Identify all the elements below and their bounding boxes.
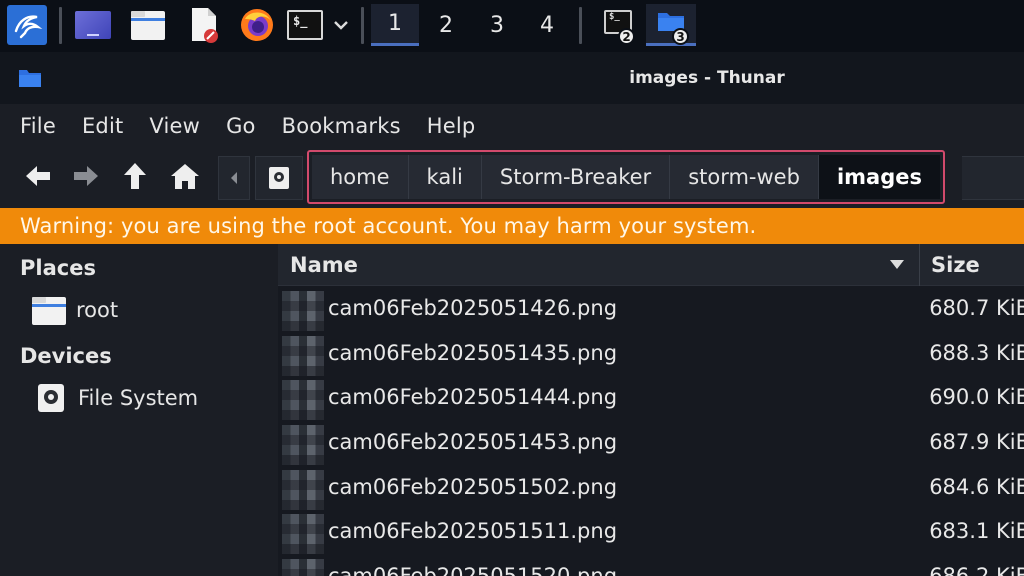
- folder-icon: [32, 297, 66, 325]
- menu-view[interactable]: View: [149, 114, 200, 138]
- thunar-window: images - Thunar File Edit View Go Bookma…: [0, 52, 1024, 576]
- root-warning-banner: Warning: you are using the root account.…: [0, 208, 1024, 244]
- file-size: 684.6 KiB: [929, 475, 1024, 499]
- chevron-left-icon: [231, 172, 237, 184]
- file-row[interactable]: cam06Feb2025051426.png 680.7 KiB: [278, 288, 1024, 333]
- breadcrumb-home[interactable]: home: [312, 155, 409, 199]
- forward-button[interactable]: [66, 156, 106, 196]
- menu-go[interactable]: Go: [226, 114, 256, 138]
- file-size: 687.9 KiB: [929, 430, 1024, 454]
- menu-edit[interactable]: Edit: [82, 114, 123, 138]
- sidebar-item-root[interactable]: root: [30, 290, 118, 330]
- path-scroll-left-button[interactable]: [218, 156, 250, 200]
- menu-help[interactable]: Help: [427, 114, 476, 138]
- window-count-badge: 3: [672, 28, 689, 45]
- firefox-icon: [241, 9, 273, 41]
- breadcrumb-kali[interactable]: kali: [408, 155, 482, 199]
- taskbar-window-thunar[interactable]: 3: [646, 4, 696, 46]
- file-name: cam06Feb2025051426.png: [328, 296, 618, 320]
- file-list: Name Size cam06Feb2025051426.png 680.7 K…: [278, 244, 1024, 576]
- arrow-left-icon: [26, 166, 50, 186]
- sidebar-heading-places: Places: [20, 256, 96, 280]
- kali-menu-button[interactable]: [4, 4, 50, 46]
- image-thumbnail-icon: [282, 380, 324, 420]
- arrow-up-icon: [124, 163, 146, 189]
- path-root-button[interactable]: [255, 156, 303, 200]
- desktop-icon: [75, 11, 111, 39]
- taskbar-separator: [361, 7, 364, 44]
- window-title: images - Thunar: [629, 68, 785, 88]
- taskbar-window-terminal[interactable]: $_ 2: [594, 4, 642, 46]
- text-editor-launcher[interactable]: [184, 4, 224, 46]
- image-thumbnail-icon: [282, 514, 324, 554]
- column-header: Name Size: [278, 244, 1024, 286]
- chevron-down-icon: [334, 21, 348, 30]
- image-thumbnail-icon: [282, 291, 324, 331]
- file-row[interactable]: cam06Feb2025051520.png 686.2 KiB: [278, 556, 1024, 576]
- workspace-1[interactable]: 1: [371, 4, 419, 46]
- drive-icon: [38, 384, 64, 412]
- file-row[interactable]: cam06Feb2025051453.png 687.9 KiB: [278, 422, 1024, 467]
- taskbar: $_ 1 2 3 4 $_ 2 3: [0, 0, 1024, 52]
- window-count-badge: 2: [618, 28, 635, 45]
- menu-bookmarks[interactable]: Bookmarks: [282, 114, 401, 138]
- menu-bar: File Edit View Go Bookmarks Help: [0, 104, 1024, 148]
- file-size: 680.7 KiB: [929, 296, 1024, 320]
- title-bar[interactable]: images - Thunar: [0, 52, 1024, 104]
- breadcrumb-storm-web[interactable]: storm-web: [670, 155, 819, 199]
- file-name: cam06Feb2025051444.png: [328, 385, 618, 409]
- firefox-launcher[interactable]: [236, 4, 278, 46]
- path-bar-empty: [962, 156, 1024, 200]
- breadcrumb-storm-breaker[interactable]: Storm-Breaker: [481, 155, 671, 199]
- taskbar-separator: [579, 7, 582, 44]
- sidebar-item-file-system[interactable]: File System: [36, 378, 198, 418]
- home-icon: [171, 164, 199, 189]
- column-header-size[interactable]: Size: [921, 244, 1024, 286]
- file-manager-launcher[interactable]: [126, 4, 170, 46]
- terminal-icon: $_: [287, 10, 323, 40]
- launcher-dropdown[interactable]: [330, 4, 352, 46]
- taskbar-separator: [59, 7, 62, 44]
- file-name: cam06Feb2025051435.png: [328, 341, 618, 365]
- home-button[interactable]: [165, 156, 205, 196]
- image-thumbnail-icon: [282, 336, 324, 376]
- sort-descending-icon: [890, 260, 904, 269]
- sidebar-item-label: root: [76, 298, 119, 322]
- breadcrumb-images[interactable]: images: [818, 155, 940, 199]
- file-name: cam06Feb2025051520.png: [328, 564, 618, 576]
- kali-logo-icon: [7, 5, 47, 45]
- file-size: 686.2 KiB: [929, 564, 1024, 576]
- image-thumbnail-icon: [282, 425, 324, 465]
- file-name: cam06Feb2025051511.png: [328, 519, 618, 543]
- file-name: cam06Feb2025051453.png: [328, 430, 618, 454]
- workspace-2[interactable]: 2: [422, 4, 470, 46]
- workspace-4[interactable]: 4: [523, 4, 571, 46]
- show-desktop-button[interactable]: [72, 4, 114, 46]
- file-size: 683.1 KiB: [929, 519, 1024, 543]
- file-row[interactable]: cam06Feb2025051444.png 690.0 KiB: [278, 377, 1024, 422]
- sidebar-item-label: File System: [78, 386, 199, 410]
- column-header-name[interactable]: Name: [278, 244, 920, 286]
- text-editor-icon: [192, 8, 218, 43]
- back-button[interactable]: [18, 156, 58, 196]
- sidebar: Places root Devices File System: [0, 244, 278, 576]
- file-row[interactable]: cam06Feb2025051511.png 683.1 KiB: [278, 511, 1024, 556]
- sidebar-heading-devices: Devices: [20, 344, 112, 368]
- workspace-3[interactable]: 3: [473, 4, 521, 46]
- breadcrumb: home kali Storm-Breaker storm-web images: [307, 150, 945, 204]
- arrow-right-icon: [74, 166, 98, 186]
- image-thumbnail-icon: [282, 559, 324, 576]
- file-row[interactable]: cam06Feb2025051435.png 688.3 KiB: [278, 333, 1024, 378]
- file-size: 690.0 KiB: [929, 385, 1024, 409]
- up-button[interactable]: [115, 156, 155, 196]
- image-thumbnail-icon: [282, 470, 324, 510]
- drive-icon: [269, 167, 289, 189]
- file-size: 688.3 KiB: [929, 341, 1024, 365]
- folder-icon: [131, 11, 165, 40]
- file-row[interactable]: cam06Feb2025051502.png 684.6 KiB: [278, 467, 1024, 512]
- terminal-launcher[interactable]: $_: [284, 4, 326, 46]
- menu-file[interactable]: File: [20, 114, 56, 138]
- file-name: cam06Feb2025051502.png: [328, 475, 618, 499]
